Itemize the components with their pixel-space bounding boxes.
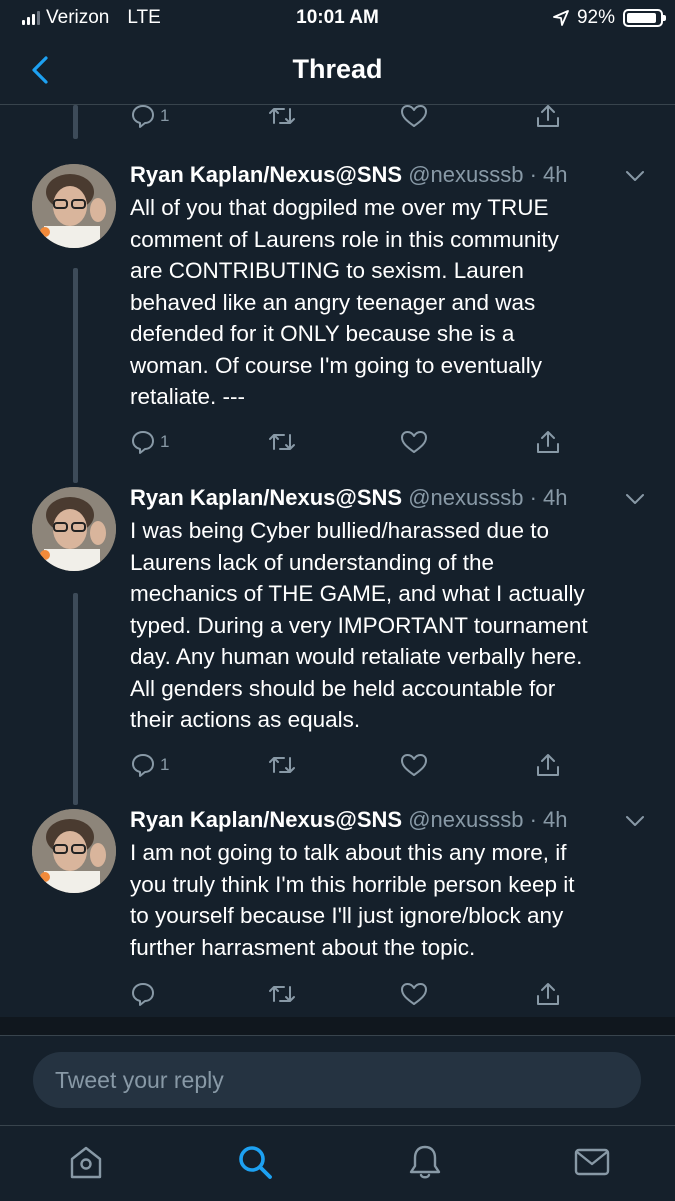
retweet-button[interactable] xyxy=(268,427,296,457)
tweet-line: I am not going to talk about this any mo… xyxy=(130,840,567,865)
section-divider xyxy=(0,1017,675,1035)
tweet[interactable]: Ryan Kaplan/Nexus@SNS @nexusssb · 4h I w… xyxy=(0,485,675,785)
retweet-icon xyxy=(269,757,295,773)
messages-icon[interactable] xyxy=(572,1142,612,1182)
tweet-line: retaliate. --- xyxy=(130,384,246,409)
tweet-line: to yourself because I'll just ignore/blo… xyxy=(130,903,564,928)
reply-button[interactable] xyxy=(130,979,160,1009)
tweet-text: I am not going to talk about this any mo… xyxy=(130,837,650,963)
previous-tweet-actions: 1 xyxy=(130,105,570,131)
retweet-button[interactable] xyxy=(268,750,296,780)
heart-icon xyxy=(401,983,427,1005)
retweet-icon xyxy=(269,108,295,124)
status-bar: Verizon LTE 10:01 AM 92% xyxy=(0,0,675,36)
profile-photo xyxy=(32,809,116,893)
tweet-line: Laurens lack of understanding of the xyxy=(130,549,494,575)
tweet-text: All of you that dogpiled me over my TRUE… xyxy=(130,192,650,413)
heart-icon xyxy=(401,105,427,127)
tweet-line: behaved like an angry teenager and was xyxy=(130,289,536,315)
share-icon xyxy=(537,983,559,1005)
tweet-line: defended for it ONLY because she is a xyxy=(130,321,515,346)
thread-header: Thread xyxy=(0,36,675,105)
search-icon[interactable] xyxy=(235,1142,275,1182)
reply-icon xyxy=(132,105,154,128)
tweet-line: their actions as equals. xyxy=(130,707,361,732)
avatar[interactable] xyxy=(32,809,116,893)
like-button[interactable] xyxy=(400,427,428,457)
share-button[interactable] xyxy=(535,427,561,457)
tweet-line: I was being Cyber bullied/harassed due t… xyxy=(130,518,550,543)
reply-button[interactable]: 1 xyxy=(130,105,169,131)
like-button[interactable] xyxy=(400,750,428,780)
retweet-icon xyxy=(269,986,295,1002)
heart-icon xyxy=(401,431,427,453)
author-name[interactable]: Ryan Kaplan/Nexus@SNS xyxy=(130,162,402,187)
tweet-line: All genders should be held accountable f… xyxy=(130,675,556,701)
tweet-text: I was being Cyber bullied/harassed due t… xyxy=(130,515,650,736)
retweet-button[interactable] xyxy=(268,979,296,1009)
bottom-tab-bar xyxy=(0,1125,675,1201)
avatar[interactable] xyxy=(32,487,116,571)
home-icon[interactable] xyxy=(66,1142,106,1182)
notifications-icon[interactable] xyxy=(405,1142,445,1182)
thread-list: 1 Ryan Kaplan/Nexus@SNS @nexusssb · 4h A… xyxy=(0,105,675,1017)
reply-count: 1 xyxy=(160,106,170,125)
tweet[interactable]: Ryan Kaplan/Nexus@SNS @nexusssb · 4h I a… xyxy=(0,807,675,1017)
heart-icon xyxy=(401,754,427,776)
tweet-line: you truly think I'm this horrible person… xyxy=(130,871,575,897)
location-arrow-icon xyxy=(553,10,569,26)
tweet-line: woman. Of course I'm going to eventually xyxy=(130,352,542,378)
share-button[interactable] xyxy=(535,105,561,131)
page-title: Thread xyxy=(292,54,383,84)
tweet-header: Ryan Kaplan/Nexus@SNS @nexusssb · 4h xyxy=(130,485,568,511)
reply-button[interactable]: 1 xyxy=(130,427,169,457)
share-icon xyxy=(537,105,559,127)
reply-input[interactable] xyxy=(33,1052,641,1108)
profile-photo xyxy=(32,164,116,248)
reply-icon xyxy=(132,431,154,454)
like-button[interactable] xyxy=(400,105,428,131)
tweet-actions xyxy=(130,979,570,1009)
author-name[interactable]: Ryan Kaplan/Nexus@SNS xyxy=(130,807,402,832)
tweet-actions: 1 xyxy=(130,427,570,457)
avatar[interactable] xyxy=(32,164,116,248)
tweet-actions: 1 xyxy=(130,750,570,780)
retweet-button[interactable] xyxy=(268,105,296,131)
share-icon xyxy=(537,431,559,453)
share-button[interactable] xyxy=(535,979,561,1009)
thread-connector-line xyxy=(73,105,78,139)
reply-button[interactable]: 1 xyxy=(130,750,169,780)
tweet-line: mechanics of THE GAME, and what I actual… xyxy=(130,581,585,606)
reply-count: 1 xyxy=(160,432,170,451)
tweet-header: Ryan Kaplan/Nexus@SNS @nexusssb · 4h xyxy=(130,807,568,833)
tweet-line: All of you that dogpiled me over my TRUE xyxy=(130,195,549,220)
tweet-line: further harrasment about the topic. xyxy=(130,934,476,960)
chevron-down-icon[interactable] xyxy=(624,168,646,184)
battery-percent: 92% xyxy=(576,7,615,28)
chevron-down-icon[interactable] xyxy=(624,813,646,829)
share-icon xyxy=(537,754,559,776)
tweet-line: comment of Laurens role in this communit… xyxy=(130,226,559,252)
profile-photo xyxy=(32,487,116,571)
author-handle-time: @nexusssb · 4h xyxy=(408,807,568,832)
tweet-line: are CONTRIBUTING to sexism. Lauren xyxy=(130,258,524,283)
reply-icon xyxy=(132,983,154,1006)
tweet[interactable]: Ryan Kaplan/Nexus@SNS @nexusssb · 4h All… xyxy=(0,162,675,462)
reply-composer xyxy=(0,1035,675,1126)
reply-count: 1 xyxy=(160,755,170,774)
tweet-line: typed. During a very IMPORTANT tournamen… xyxy=(130,612,588,638)
share-button[interactable] xyxy=(535,750,561,780)
tweet-header: Ryan Kaplan/Nexus@SNS @nexusssb · 4h xyxy=(130,162,568,188)
battery-icon xyxy=(623,9,666,27)
battery-info: 92% xyxy=(553,7,666,29)
reply-icon xyxy=(132,754,154,777)
tweet-line: day. Any human would retaliate verbally … xyxy=(130,644,583,669)
chevron-down-icon[interactable] xyxy=(624,491,646,507)
like-button[interactable] xyxy=(400,979,428,1009)
author-name[interactable]: Ryan Kaplan/Nexus@SNS xyxy=(130,485,402,510)
retweet-icon xyxy=(269,434,295,450)
author-handle-time: @nexusssb · 4h xyxy=(408,162,568,187)
author-handle-time: @nexusssb · 4h xyxy=(408,485,568,510)
